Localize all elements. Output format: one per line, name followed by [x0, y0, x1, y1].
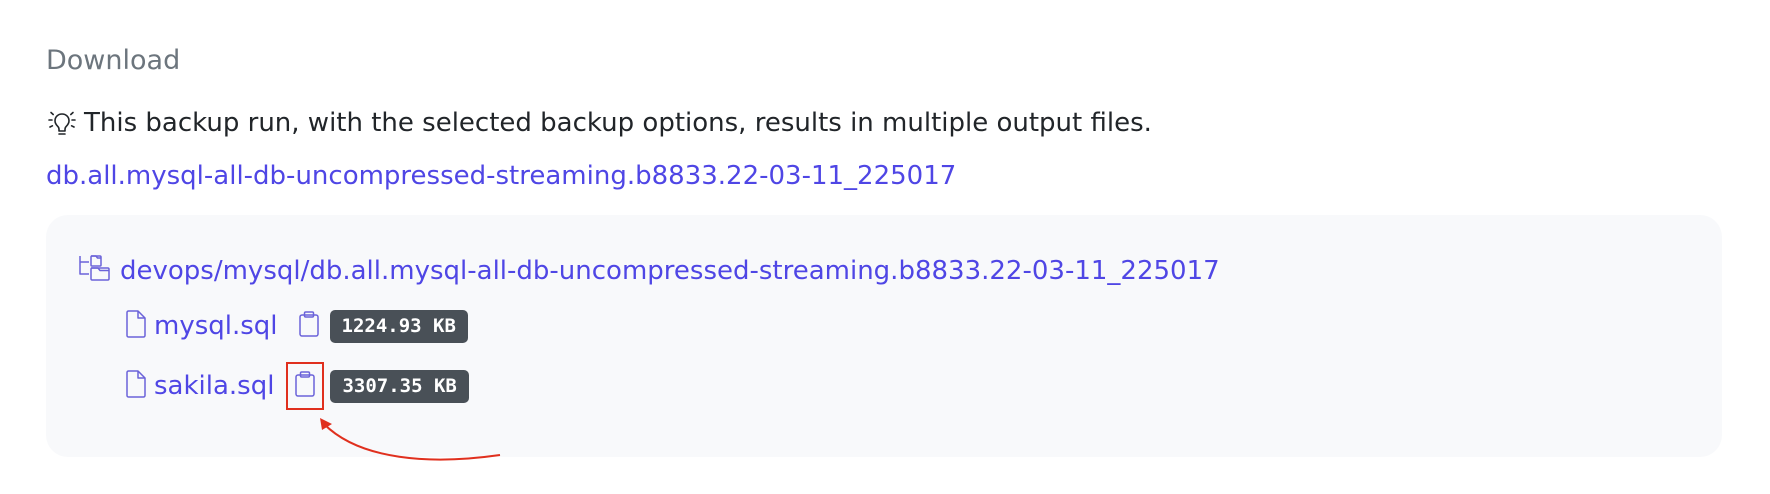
clipboard-icon [294, 370, 316, 402]
hint-text: This backup run, with the selected backu… [84, 108, 1152, 138]
section-title: Download [46, 45, 181, 76]
file-row: mysql.sql 1224.93 KB [124, 307, 468, 345]
lightbulb-idea-icon [46, 107, 78, 139]
annotation-arrow-icon [320, 418, 501, 461]
clipboard-icon [298, 310, 320, 342]
folder-path-link[interactable]: devops/mysql/db.all.mysql-all-db-uncompr… [120, 258, 1220, 284]
file-size-badge: 1224.93 KB [329, 309, 468, 343]
file-icon [124, 309, 148, 343]
folder-row: devops/mysql/db.all.mysql-all-db-uncompr… [78, 253, 1220, 289]
copy-clipboard-button-highlighted[interactable] [286, 362, 325, 410]
file-link[interactable]: mysql.sql [154, 313, 278, 339]
hint-row: This backup run, with the selected backu… [46, 105, 1152, 141]
file-link[interactable]: sakila.sql [154, 373, 274, 399]
backup-run-link[interactable]: db.all.mysql-all-db-uncompressed-streami… [46, 163, 956, 189]
file-icon [124, 369, 148, 403]
copy-clipboard-button[interactable] [294, 306, 324, 346]
file-row: sakila.sql 3307.35 KB [124, 362, 469, 410]
file-size-badge: 3307.35 KB [330, 369, 469, 403]
folder-tree-icon [78, 254, 112, 288]
